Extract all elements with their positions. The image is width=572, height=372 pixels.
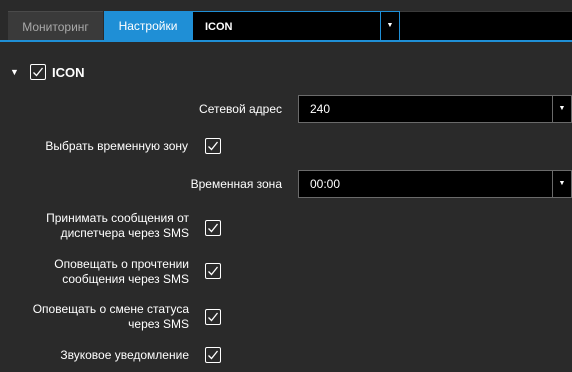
notify-status-label-line2: через SMS bbox=[128, 317, 189, 331]
chevron-down-icon[interactable]: ▼ bbox=[552, 96, 571, 122]
checkmark-icon bbox=[208, 350, 219, 360]
collapse-triangle-icon[interactable]: ▼ bbox=[10, 67, 22, 77]
device-select[interactable]: ICON ▼ bbox=[192, 11, 400, 41]
checkmark-icon bbox=[208, 312, 219, 322]
checkmark-icon bbox=[208, 266, 219, 276]
network-address-label: Сетевой адрес bbox=[199, 102, 282, 116]
tab-bar-filler bbox=[400, 11, 572, 41]
notify-status-label-line1: Оповещать о смене статуса bbox=[32, 302, 189, 316]
timezone-select[interactable]: 00:00 ▼ bbox=[298, 170, 572, 198]
accept-sms-label-line2: диспетчера через SMS bbox=[60, 226, 189, 240]
tab-monitoring[interactable]: Мониторинг bbox=[8, 11, 103, 41]
accept-sms-label-line1: Принимать сообщения от bbox=[46, 211, 189, 225]
section-title: ICON bbox=[52, 64, 85, 80]
checkmark-icon bbox=[208, 141, 219, 151]
accept-sms-checkbox[interactable] bbox=[205, 220, 221, 236]
section-header[interactable]: ▼ ICON bbox=[10, 61, 85, 83]
select-timezone-checkbox[interactable] bbox=[205, 138, 221, 154]
accept-sms-label: Принимать сообщения от диспетчера через … bbox=[46, 211, 189, 241]
network-address-value: 240 bbox=[310, 102, 331, 116]
section-checkbox[interactable] bbox=[30, 64, 46, 80]
timezone-label: Временная зона bbox=[190, 177, 282, 191]
notify-read-label-line1: Оповещать о прочтении bbox=[54, 257, 189, 271]
sound-notification-checkbox[interactable] bbox=[205, 347, 221, 363]
network-address-select[interactable]: 240 ▼ bbox=[298, 95, 572, 123]
timezone-value: 00:00 bbox=[310, 177, 341, 191]
notify-status-checkbox[interactable] bbox=[205, 309, 221, 325]
notify-read-label: Оповещать о прочтении сообщения через SM… bbox=[54, 257, 189, 287]
notify-read-label-line2: сообщения через SMS bbox=[62, 272, 189, 286]
chevron-down-icon[interactable]: ▼ bbox=[380, 12, 399, 40]
sound-notification-label: Звуковое уведомление bbox=[60, 348, 189, 362]
tab-settings[interactable]: Настройки bbox=[104, 11, 192, 41]
notify-read-checkbox[interactable] bbox=[205, 263, 221, 279]
checkmark-icon bbox=[33, 67, 44, 77]
checkmark-icon bbox=[208, 223, 219, 233]
device-select-value: ICON bbox=[205, 21, 233, 33]
select-timezone-label: Выбрать временную зону bbox=[45, 139, 188, 153]
settings-page: Мониторинг Настройки ICON ▼ ▼ ICON Сетев… bbox=[0, 0, 572, 372]
notify-status-label: Оповещать о смене статуса через SMS bbox=[33, 302, 189, 332]
tab-underline bbox=[0, 40, 572, 42]
tab-bar: Мониторинг Настройки ICON ▼ bbox=[0, 0, 572, 42]
chevron-down-icon[interactable]: ▼ bbox=[552, 171, 571, 197]
